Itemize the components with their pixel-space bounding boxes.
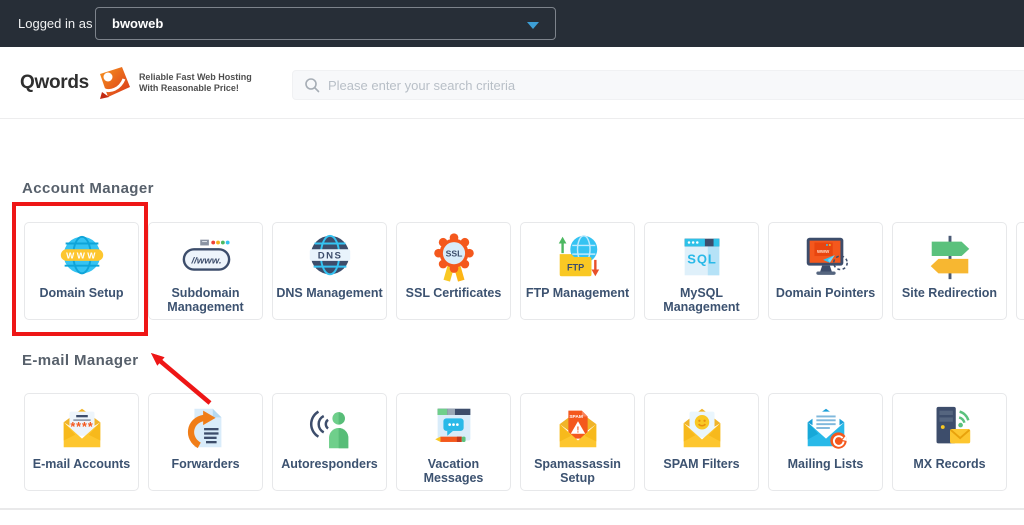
card-label: MX Records [913,457,985,471]
card-label: DNS Management [276,286,382,300]
card-subdomain-management[interactable]: //www. Subdomain Management [148,222,263,320]
ssl-badge-icon: SSL [428,230,480,284]
card-ftp-management[interactable]: FTP FTP Management [520,222,635,320]
card-label: Mailing Lists [788,457,864,471]
svg-text:WWW: WWW [66,250,98,260]
card-domain-pointers[interactable]: www Domain Pointers [768,222,883,320]
card-label: Autoresponders [281,457,378,471]
sql-window-icon: SQL [676,230,728,284]
card-label: Site Redirection [902,286,997,300]
card-label: E-mail Accounts [33,457,130,471]
svg-text:SSL: SSL [445,249,463,259]
signpost-icon [924,230,976,284]
card-label: MySQL Management [646,286,757,314]
url-bar-icon: //www. [180,230,232,284]
brand-logo[interactable]: Qwords Reliable Fast Web Hosting With Re… [20,64,252,102]
card-ssl-certificates[interactable]: SSL SSL Certificates [396,222,511,320]
svg-text:DNS: DNS [317,250,342,261]
card-autoresponders[interactable]: Autoresponders [272,393,387,491]
card-label: Spamassassin Setup [522,457,633,485]
account-manager-row: WWW Domain Setup //www. Subdomain Manage… [24,222,1024,320]
card-spamassassin-setup[interactable]: SPAM ! Spamassassin Setup [520,393,635,491]
search-box [292,70,1024,100]
chat-window-pencil-icon [428,401,480,455]
bottom-divider [0,508,1024,510]
card-mailing-lists[interactable]: Mailing Lists [768,393,883,491]
card-label: Forwarders [171,457,239,471]
card-site-redirection[interactable]: Site Redirection [892,222,1007,320]
chevron-down-icon [527,22,539,29]
email-manager-row: **** E-mail Accounts [24,393,1007,491]
spam-warning-envelope-icon: SPAM ! [552,401,604,455]
svg-text:SPAM: SPAM [569,414,583,420]
card-label: SPAM Filters [663,457,739,471]
document-forward-arrow-icon [180,401,232,455]
section-title-account-manager: Account Manager [22,180,154,197]
card-mysql-management[interactable]: SQL MySQL Management [644,222,759,320]
card-partial[interactable] [1016,222,1024,320]
page: Logged in as bwoweb Qwords Rel [0,0,1024,525]
monitor-paper-plane-icon: www [800,230,852,284]
card-spam-filters[interactable]: SPAM Filters [644,393,759,491]
card-forwarders[interactable]: Forwarders [148,393,263,491]
account-selector-value: bwoweb [112,16,163,31]
envelope-refresh-icon [800,401,852,455]
topbar: Logged in as bwoweb [0,0,1024,47]
brand-name: Qwords [20,72,89,94]
svg-text:FTP: FTP [566,262,583,272]
account-selector[interactable]: bwoweb [95,7,556,40]
smiley-envelope-icon [676,401,728,455]
card-label: Domain Setup [39,286,123,300]
card-email-accounts[interactable]: **** E-mail Accounts [24,393,139,491]
qwords-logo-icon [95,66,131,100]
svg-text:SQL: SQL [687,252,717,267]
search-input[interactable] [328,78,1024,93]
ftp-folder-globe-icon: FTP [552,230,604,284]
broadcast-person-icon [304,401,356,455]
search-icon [304,77,320,93]
svg-text://www.: //www. [190,255,221,266]
svg-text:!: ! [576,424,579,434]
brand-tagline: Reliable Fast Web Hosting With Reasonabl… [139,72,252,95]
server-mail-signal-icon [924,401,976,455]
envelope-password-icon: **** [56,401,108,455]
card-dns-management[interactable]: DNS DNS Management [272,222,387,320]
card-vacation-messages[interactable]: Vacation Messages [396,393,511,491]
card-label: Domain Pointers [776,286,875,300]
logged-in-label: Logged in as [18,16,92,31]
globe-dns-icon: DNS [304,230,356,284]
section-title-email-manager: E-mail Manager [22,352,138,369]
card-label: SSL Certificates [406,286,502,300]
card-mx-records[interactable]: MX Records [892,393,1007,491]
card-label: FTP Management [526,286,629,300]
header: Qwords Reliable Fast Web Hosting With Re… [0,47,1024,119]
card-label: Subdomain Management [150,286,261,314]
svg-text:www: www [815,249,829,255]
globe-www-icon: WWW [56,230,108,284]
card-domain-setup[interactable]: WWW Domain Setup [24,222,139,320]
card-label: Vacation Messages [398,457,509,485]
